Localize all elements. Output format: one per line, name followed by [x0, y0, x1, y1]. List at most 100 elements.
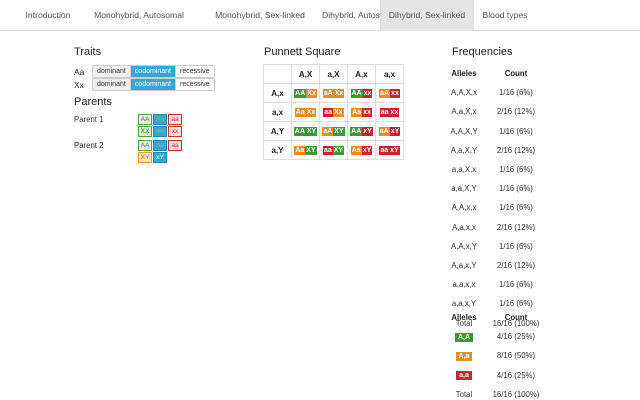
count-cell: 1/16 (6%): [499, 241, 533, 251]
phenotype-swatch: A,A: [454, 332, 474, 342]
phenotype-cell: A,a: [440, 346, 488, 365]
genotype-x-pill: XY: [332, 146, 345, 155]
punnett-col-header: a,X: [319, 64, 348, 84]
punnett-cell: aa XY: [319, 140, 348, 160]
parent2-aa-recessive-option[interactable]: aa: [168, 140, 182, 151]
phenotype-row: A,A 4/16 (25%): [440, 327, 544, 346]
trait-aa-recessive[interactable]: recessive: [176, 66, 214, 77]
parent1-xx-het-option[interactable]: Xx: [153, 126, 167, 137]
count-cell: 1/16 (6%): [499, 126, 533, 136]
traits-title: Traits: [74, 46, 102, 58]
trait-aa-selector: dominant codominant recessive: [92, 65, 215, 78]
punnett-row: A,Y AA XY aA XY AA xY aA xY: [263, 121, 404, 141]
frequency-row: A,A,x,Y 1/16 (6%): [440, 237, 544, 256]
trait-aa-dominant[interactable]: dominant: [93, 66, 131, 77]
genotype-a-pill: aA: [322, 89, 334, 98]
genotype-a-pill: Aa: [294, 108, 306, 117]
frequency-row: A,a,x,Y 2/16 (12%): [440, 256, 544, 275]
punnett-col-header: a,x: [375, 64, 404, 84]
frequency-row: a,a,X,x 1/16 (6%): [440, 160, 544, 179]
tab-blood-types[interactable]: Blood types: [474, 0, 536, 31]
punnett-cell: Aa XY: [291, 140, 320, 160]
genotype-x-pill: Xx: [333, 108, 344, 117]
genotype-x-pill: XY: [305, 146, 317, 155]
tab-monohybrid-sex-linked[interactable]: Monohybrid, Sex-linked: [198, 0, 322, 31]
parent2-xsmall-y-option[interactable]: xY: [153, 152, 167, 163]
punnett-cell: Aa Xx: [291, 102, 320, 122]
genotype-a-pill: AA: [350, 89, 363, 98]
parents-title: Parents: [74, 96, 112, 108]
punnett-col-header: A,X: [291, 64, 320, 84]
trait-xx-dominant[interactable]: dominant: [93, 79, 131, 90]
parent2-aa-dominant-option[interactable]: AA: [138, 140, 152, 151]
parent1-aa-het-option[interactable]: Aa: [153, 114, 167, 125]
phenotype-row: A,a 8/16 (50%): [440, 346, 544, 365]
allele-cell: A,A,x,Y: [451, 241, 477, 251]
count-cell: 2/16 (12%): [496, 260, 536, 270]
punnett-row: A,x AA Xx aA Xx AA xx aA xx: [263, 83, 404, 103]
count-header: Count: [504, 69, 528, 79]
count-cell: 2/16 (12%): [496, 107, 536, 117]
frequencies-title: Frequencies: [452, 46, 513, 58]
parent2-xy-option[interactable]: XY: [138, 152, 152, 163]
parent1-aa-recessive-option[interactable]: aa: [168, 114, 182, 125]
punnett-cell: aA xY: [375, 121, 404, 141]
parent2-label: Parent 2: [74, 141, 104, 150]
genotype-a-pill: aa: [379, 146, 390, 155]
punnett-cell: AA xY: [347, 121, 376, 141]
tab-dihybrid-autosomal[interactable]: Dihybrid, Autosomal: [322, 0, 398, 31]
punnett-corner: [263, 64, 292, 84]
total-label: Total: [455, 389, 473, 399]
trait-aa-codominant[interactable]: codominant: [130, 66, 176, 77]
trait-xx-selector: dominant codominant recessive: [92, 78, 215, 91]
punnett-square: A,X a,X A,x a,x A,x AA Xx aA Xx AA xx aA xx a,x Aa…: [263, 64, 404, 160]
trait-xx-recessive[interactable]: recessive: [176, 79, 214, 90]
count-cell: 4/16 (25%): [496, 332, 536, 342]
genotype-x-pill: Xx: [306, 89, 317, 98]
allele-cell: A,a,x,Y: [451, 260, 477, 270]
count-cell: 1/16 (6%): [499, 203, 533, 213]
count-cell: 1/16 (6%): [499, 88, 533, 98]
tab-monohybrid-autosomal[interactable]: Monohybrid, Autosomal: [80, 0, 198, 31]
tab-bar: Introduction Monohybrid, Autosomal Monoh…: [0, 0, 640, 31]
genotype-a-pill: Aa: [351, 108, 363, 117]
punnett-row-header: a,x: [263, 102, 292, 122]
genotype-x-pill: XY: [305, 127, 318, 136]
genotype-a-pill: aa: [322, 146, 333, 155]
parent1-xx-dominant-option[interactable]: XX: [138, 126, 152, 137]
trait-xx-label: Xx: [74, 80, 84, 90]
punnett-cell: AA XY: [291, 121, 320, 141]
phenotype-cell: A,A: [440, 327, 488, 346]
punnett-row: a,x Aa Xx aa Xx Aa xx aa xx: [263, 102, 404, 122]
punnett-title: Punnett Square: [264, 46, 341, 58]
frequencies-table: Alleles Count A,A,X,x 1/16 (6%) A,a,X,x 2/1…: [440, 64, 544, 333]
genotype-x-pill: xY: [362, 127, 373, 136]
parent1-aa-dominant-option[interactable]: AA: [138, 114, 152, 125]
frequency-row: A,A,X,Y 1/16 (6%): [440, 122, 544, 141]
trait-aa-label: Aa: [74, 67, 85, 77]
punnett-row-header: A,x: [263, 83, 292, 103]
frequency-row: A,a,X,Y 2/16 (12%): [440, 141, 544, 160]
alleles-header: Alleles: [451, 313, 477, 323]
punnett-cell: aa xx: [375, 102, 404, 122]
genotype-a-pill: aA: [322, 127, 334, 136]
count-cell: 1/16 (6%): [499, 280, 533, 290]
tab-introduction[interactable]: Introduction: [16, 0, 80, 31]
genotype-x-pill: xx: [389, 108, 400, 117]
count-cell: 4/16 (25%): [496, 370, 536, 380]
allele-cell: A,a,X,Y: [450, 145, 478, 155]
genotype-a-pill: aa: [323, 108, 334, 117]
genotype-a-pill: aa: [379, 108, 390, 117]
allele-cell: A,a,x,x: [452, 222, 476, 232]
punnett-row-header: A,Y: [263, 121, 292, 141]
genotype-a-pill: aA: [379, 89, 391, 98]
genotype-x-pill: Xx: [305, 108, 317, 117]
genotype-x-pill: Xx: [333, 89, 345, 98]
phenotype-row: a,a 4/16 (25%): [440, 366, 544, 385]
parent2-aa-het-option[interactable]: Aa: [153, 140, 167, 151]
tab-dihybrid-sex-linked[interactable]: Dihybrid, Sex-linked: [380, 0, 474, 31]
parent1-xx-recessive-option[interactable]: xx: [168, 126, 182, 137]
trait-xx-codominant[interactable]: codominant: [130, 79, 176, 90]
allele-cell: a,a,X,x: [451, 165, 477, 175]
allele-cell: a,a,x,x: [452, 280, 476, 290]
